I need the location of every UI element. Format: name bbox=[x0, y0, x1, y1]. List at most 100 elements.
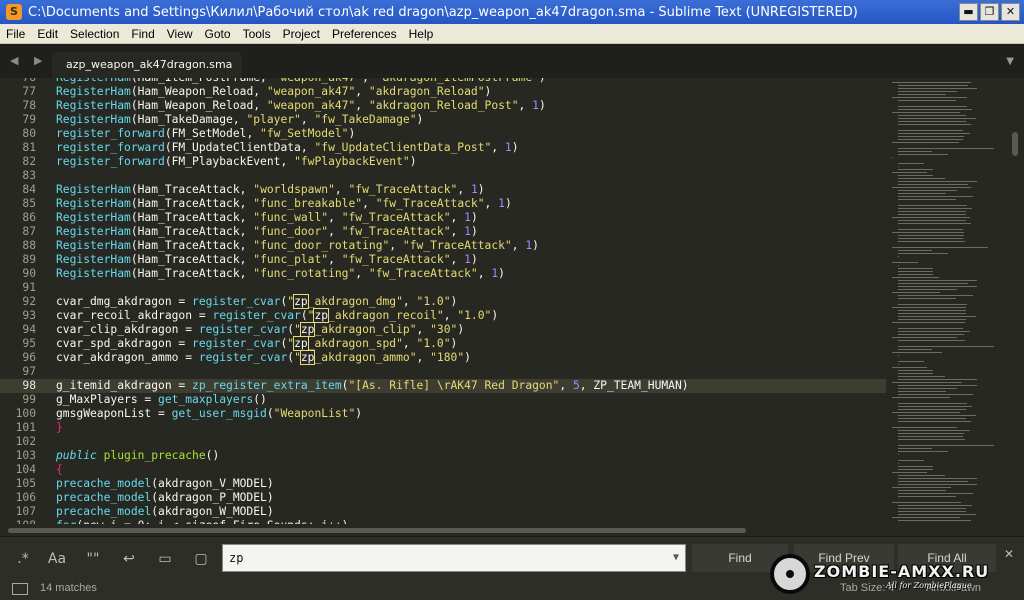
find-all-button[interactable]: Find All bbox=[898, 544, 996, 572]
code-line[interactable]: 91 bbox=[0, 281, 886, 295]
horizontal-scrollbar[interactable] bbox=[0, 524, 1024, 536]
sublime-app-icon[interactable]: S bbox=[6, 4, 22, 20]
minimap-line bbox=[898, 106, 967, 107]
in-selection-icon[interactable]: ▭ bbox=[150, 546, 180, 572]
code-line[interactable]: 77 RegisterHam(Ham_Weapon_Reload, "weapon… bbox=[0, 85, 886, 99]
panel-toggle-icon[interactable] bbox=[12, 583, 28, 595]
menu-edit[interactable]: Edit bbox=[31, 27, 64, 41]
line-number: 102 bbox=[15, 435, 36, 448]
code-line[interactable]: 88 RegisterHam(Ham_TraceAttack, "func_doo… bbox=[0, 239, 886, 253]
vertical-scrollbar[interactable] bbox=[1012, 132, 1018, 156]
tab-size-indicator[interactable]: Tab Size: 4 bbox=[840, 582, 894, 594]
minimap-line bbox=[892, 277, 939, 278]
menu-file[interactable]: File bbox=[0, 27, 31, 41]
code-line[interactable]: 93 cvar_recoil_akdragon = register_cvar("… bbox=[0, 308, 886, 323]
code-line[interactable]: 84 RegisterHam(Ham_TraceAttack, "worldspa… bbox=[0, 183, 886, 197]
code-line[interactable]: 86 RegisterHam(Ham_TraceAttack, "func_wal… bbox=[0, 211, 886, 225]
minimap-line bbox=[898, 364, 899, 365]
menu-tools[interactable]: Tools bbox=[237, 27, 277, 41]
code-line[interactable]: 90 RegisterHam(Ham_TraceAttack, "func_rot… bbox=[0, 267, 886, 281]
minimap-line bbox=[898, 385, 977, 386]
code-line[interactable]: 102 bbox=[0, 435, 886, 449]
code-line[interactable]: 78 RegisterHam(Ham_Weapon_Reload, "weapon… bbox=[0, 99, 886, 113]
case-sensitive-toggle[interactable]: Aa bbox=[42, 546, 72, 572]
code-text: register_forward(FM_PlaybackEvent, "fwPl… bbox=[56, 155, 417, 168]
minimap-line bbox=[898, 85, 968, 86]
minimap-line bbox=[898, 454, 899, 455]
code-line[interactable]: 85 RegisterHam(Ham_TraceAttack, "func_bre… bbox=[0, 197, 886, 211]
minimap-line bbox=[892, 97, 967, 98]
code-text: cvar_spd_akdragon = register_cvar("zp_ak… bbox=[56, 336, 458, 351]
maximize-button[interactable]: ❐ bbox=[980, 3, 999, 21]
code-line[interactable]: 81 register_forward(FM_UpdateClientData, … bbox=[0, 141, 886, 155]
minimap-line bbox=[898, 283, 968, 284]
tab-active-file[interactable]: azp_weapon_ak47dragon.sma bbox=[52, 52, 242, 78]
find-prev-button[interactable]: Find Prev bbox=[794, 544, 894, 572]
close-find-icon[interactable]: ✕ bbox=[1004, 547, 1014, 561]
code-line[interactable]: 98 g_itemid_akdragon = zp_register_extra_… bbox=[0, 379, 886, 393]
minimap-line bbox=[898, 91, 957, 92]
menu-find[interactable]: Find bbox=[125, 27, 160, 41]
code-line[interactable]: 80 register_forward(FM_SetModel, "fw_SetM… bbox=[0, 127, 886, 141]
menu-help[interactable]: Help bbox=[403, 27, 440, 41]
code-line[interactable]: 92 cvar_dmg_akdragon = register_cvar("zp_… bbox=[0, 294, 886, 309]
minimap-line bbox=[892, 322, 965, 323]
code-text: precache_model(akdragon_V_MODEL) bbox=[56, 477, 274, 490]
highlight-matches-icon[interactable]: ▢ bbox=[186, 546, 216, 572]
line-number: 83 bbox=[22, 169, 36, 182]
menu-project[interactable]: Project bbox=[277, 27, 326, 41]
horizontal-scroll-thumb[interactable] bbox=[8, 528, 746, 533]
code-line[interactable]: 95 cvar_spd_akdragon = register_cvar("zp_… bbox=[0, 336, 886, 351]
menu-preferences[interactable]: Preferences bbox=[326, 27, 403, 41]
find-input[interactable]: zp ▼ bbox=[222, 544, 686, 572]
line-number: 89 bbox=[22, 253, 36, 266]
code-line[interactable]: 107 precache_model(akdragon_W_MODEL) bbox=[0, 505, 886, 519]
code-line[interactable]: 103 public plugin_precache() bbox=[0, 449, 886, 463]
code-line[interactable]: 87 RegisterHam(Ham_TraceAttack, "func_doo… bbox=[0, 225, 886, 239]
minimap-line bbox=[898, 349, 932, 350]
minimap[interactable] bbox=[886, 78, 1010, 524]
minimap-line bbox=[898, 220, 966, 221]
code-line[interactable]: 76 RegisterHam(Ham_Item_PostFrame, "weapo… bbox=[0, 78, 886, 85]
line-number: 93 bbox=[22, 309, 36, 322]
whole-word-toggle[interactable]: "" bbox=[78, 546, 108, 572]
minimap-line bbox=[898, 433, 964, 434]
minimap-line bbox=[898, 196, 973, 197]
code-line[interactable]: 104 { bbox=[0, 463, 886, 477]
minimap-line bbox=[898, 415, 976, 416]
line-number: 85 bbox=[22, 197, 36, 210]
minimap-line bbox=[892, 157, 893, 158]
code-line[interactable]: 105 precache_model(akdragon_V_MODEL) bbox=[0, 477, 886, 491]
minimap-line bbox=[898, 316, 976, 317]
close-button[interactable]: ✕ bbox=[1001, 3, 1020, 21]
code-line[interactable]: 106 precache_model(akdragon_P_MODEL) bbox=[0, 491, 886, 505]
code-line[interactable]: 99 g_MaxPlayers = get_maxplayers() bbox=[0, 393, 886, 407]
code-line[interactable]: 96 cvar_akdragon_ammo = register_cvar("zp… bbox=[0, 350, 886, 365]
code-line[interactable]: 94 cvar_clip_akdragon = register_cvar("zp… bbox=[0, 322, 886, 337]
code-line[interactable]: 97 bbox=[0, 365, 886, 379]
menu-view[interactable]: View bbox=[161, 27, 199, 41]
find-history-dropdown-icon[interactable]: ▼ bbox=[673, 545, 679, 571]
line-number: 100 bbox=[15, 407, 36, 420]
menu-selection[interactable]: Selection bbox=[64, 27, 125, 41]
tab-overflow-icon[interactable]: ▼ bbox=[1006, 56, 1014, 67]
menu-goto[interactable]: Goto bbox=[199, 27, 237, 41]
wrap-icon[interactable]: ↩ bbox=[114, 546, 144, 572]
tab-nav-arrows-icon[interactable]: ◀ ▶ bbox=[10, 54, 48, 67]
find-button[interactable]: Find bbox=[692, 544, 788, 572]
minimap-line bbox=[898, 268, 933, 269]
code-line[interactable]: 82 register_forward(FM_PlaybackEvent, "fw… bbox=[0, 155, 886, 169]
code-editor[interactable]: 76 RegisterHam(Ham_Item_PostFrame, "weapo… bbox=[0, 78, 886, 524]
syntax-indicator[interactable]: AmxxPawn bbox=[926, 582, 981, 594]
code-line[interactable]: 83 bbox=[0, 169, 886, 183]
regex-toggle[interactable]: .* bbox=[8, 546, 38, 572]
line-number: 82 bbox=[22, 155, 36, 168]
code-line[interactable]: 79 RegisterHam(Ham_TakeDamage, "player", … bbox=[0, 113, 886, 127]
minimap-line bbox=[898, 388, 957, 389]
code-line[interactable]: 89 RegisterHam(Ham_TraceAttack, "func_pla… bbox=[0, 253, 886, 267]
minimap-line bbox=[898, 430, 970, 431]
code-line[interactable]: 101} bbox=[0, 421, 886, 435]
code-line[interactable]: 100 gmsgWeaponList = get_user_msgid("Weap… bbox=[0, 407, 886, 421]
minimize-button[interactable]: ▬ bbox=[959, 3, 978, 21]
minimap-line bbox=[898, 394, 973, 395]
